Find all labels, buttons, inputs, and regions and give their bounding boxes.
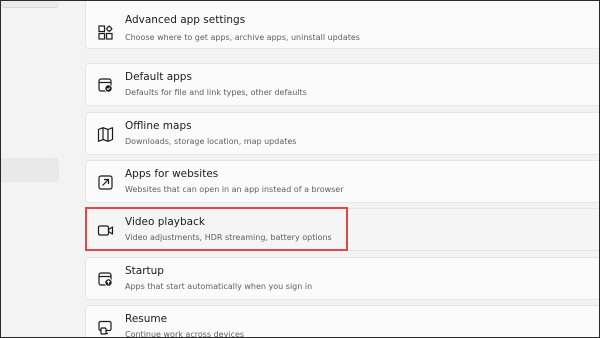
- resume-icon: [97, 319, 114, 336]
- setting-apps-for-websites[interactable]: Apps for websites Websites that can open…: [85, 160, 599, 203]
- startup-icon: [97, 271, 114, 288]
- setting-title: Video playback: [125, 216, 205, 228]
- sidebar: [1, 1, 65, 337]
- setting-title: Default apps: [125, 71, 192, 83]
- setting-startup[interactable]: Startup Apps that start automatically wh…: [85, 257, 599, 300]
- setting-title: Offline maps: [125, 120, 192, 132]
- setting-subtitle: Choose where to get apps, archive apps, …: [125, 33, 360, 42]
- setting-title: Startup: [125, 265, 164, 277]
- setting-offline-maps[interactable]: Offline maps Downloads, storage location…: [85, 112, 599, 155]
- setting-subtitle: Continue work across devices: [125, 330, 245, 338]
- setting-subtitle: Downloads, storage location, map updates: [125, 137, 297, 146]
- setting-resume[interactable]: Resume Continue work across devices: [85, 305, 599, 338]
- setting-title: Advanced app settings: [125, 14, 246, 26]
- advanced-app-settings-icon: [97, 24, 114, 41]
- setting-video-playback[interactable]: Video playback Video adjustments, HDR st…: [85, 208, 599, 251]
- setting-default-apps[interactable]: Default apps Defaults for file and link …: [85, 63, 599, 106]
- default-apps-icon: [97, 77, 114, 94]
- sidebar-item-selected[interactable]: [1, 158, 59, 182]
- setting-title: Apps for websites: [125, 168, 219, 180]
- sidebar-item[interactable]: [1, 1, 59, 8]
- setting-subtitle: Video adjustments, HDR streaming, batter…: [125, 233, 332, 242]
- open-in-app-icon: [97, 174, 114, 191]
- setting-advanced-app-settings[interactable]: Advanced app settings Choose where to ge…: [85, 1, 599, 49]
- map-icon: [97, 126, 114, 143]
- setting-subtitle: Apps that start automatically when you s…: [125, 282, 313, 291]
- setting-subtitle: Defaults for file and link types, other …: [125, 88, 307, 97]
- setting-title: Resume: [125, 313, 168, 325]
- video-camera-icon: [97, 222, 114, 239]
- settings-window: Advanced app settings Choose where to ge…: [0, 0, 600, 338]
- setting-subtitle: Websites that can open in an app instead…: [125, 185, 344, 194]
